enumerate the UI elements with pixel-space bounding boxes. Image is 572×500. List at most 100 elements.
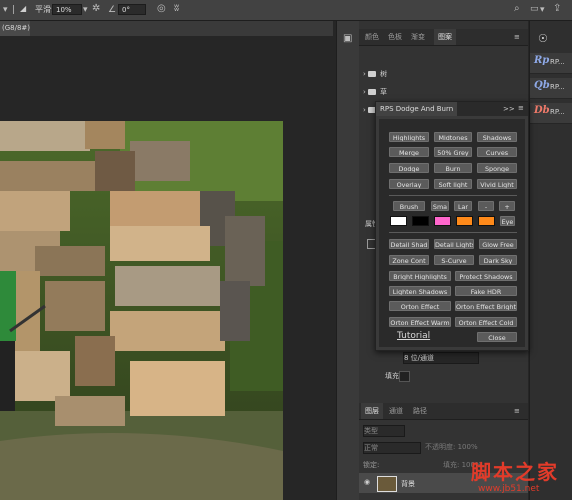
search-icon[interactable]: ⌕: [514, 4, 520, 14]
lightbulb-icon[interactable]: ☉: [538, 33, 548, 44]
document-tab[interactable]: (G8/8#): [0, 21, 30, 36]
panel-icon[interactable]: ▣: [343, 34, 352, 44]
detail-shad-button[interactable]: Detail Shad: [389, 239, 429, 249]
lighten-shadows-button[interactable]: Lighten Shadows: [389, 286, 451, 296]
share-icon[interactable]: ⇪: [553, 4, 561, 14]
brush-larger-button[interactable]: Lar: [454, 201, 472, 211]
sponge-button[interactable]: Sponge: [477, 163, 517, 173]
folder-icon: [368, 71, 377, 77]
watermark-title: 脚本之家: [471, 460, 559, 484]
glow-free-button[interactable]: Glow Free: [479, 239, 517, 249]
overlay-button[interactable]: Overlay: [389, 179, 429, 189]
panel-menu-icon[interactable]: ≡: [514, 29, 520, 45]
plugin-title[interactable]: RPS Dodge And Burn: [376, 102, 458, 116]
canvas-photo[interactable]: [0, 121, 283, 500]
orton-effect-button[interactable]: Orton Effect: [389, 301, 451, 311]
rp-badge-icon: Rp: [534, 55, 550, 66]
close-button[interactable]: Close: [477, 332, 517, 342]
divider: [389, 232, 517, 233]
tab-channels[interactable]: 通道: [389, 403, 403, 419]
pattern-group-label: 树: [380, 70, 388, 78]
options-bar: ▾ | ◢ 平滑: 10% ▾ ✲ ∠ 0° ◎ ʬ ⌕ ▭ ▾ ⇪: [0, 0, 572, 21]
collapsed-panel-strip: ▣: [336, 21, 360, 500]
lock-label: 锁定:: [363, 461, 380, 469]
chevron-down-icon[interactable]: ▾: [83, 5, 88, 15]
swatch-black[interactable]: [412, 216, 429, 226]
collapse-icon[interactable]: >>: [503, 105, 515, 113]
fake-hdr-button[interactable]: Fake HDR: [455, 286, 517, 296]
panel-menu-icon-2[interactable]: ≡: [514, 403, 520, 419]
angle-input[interactable]: 0°: [118, 4, 146, 15]
qb-badge-icon: Qb: [534, 80, 550, 91]
layer-name: 背景: [401, 480, 415, 488]
symmetry-icon[interactable]: ʬ: [174, 4, 179, 14]
plugin-header: RPS Dodge And Burn >> ≡: [376, 102, 528, 116]
tab-layers[interactable]: 图层: [361, 403, 383, 419]
opacity-label[interactable]: 不透明度: 100%: [425, 442, 478, 452]
angle-icon: ∠: [108, 5, 117, 15]
gear-icon[interactable]: ✲: [92, 4, 100, 14]
protect-shadows-button[interactable]: Protect Shadows: [455, 271, 517, 281]
eye-button[interactable]: Eye: [500, 216, 515, 226]
plugin-body: Highlights Midtones Shadows Merge 50% Gr…: [379, 119, 525, 347]
dodge-button[interactable]: Dodge: [389, 163, 429, 173]
orton-effect-cold-button[interactable]: Orton Effect Cold: [455, 317, 517, 327]
tab-paths[interactable]: 路径: [413, 403, 427, 419]
bit-depth-select[interactable]: 8 位/通道: [403, 352, 479, 364]
dock-item-qb[interactable]: Qb RP...: [530, 78, 572, 99]
tab-swatches[interactable]: 色板: [388, 29, 402, 45]
opacity-minus-button[interactable]: -: [478, 201, 494, 211]
brush-smaller-button[interactable]: Sma: [431, 201, 449, 211]
tutorial-link[interactable]: Tutorial: [397, 331, 430, 341]
bright-highlights-button[interactable]: Bright Highlights: [389, 271, 451, 281]
fill-color-swatch[interactable]: [399, 371, 410, 382]
soft-light-button[interactable]: Soft light: [434, 179, 472, 189]
folder-icon: [368, 89, 377, 95]
tab-color[interactable]: 颜色: [365, 29, 379, 45]
plugin-menu-icon[interactable]: ≡: [518, 104, 524, 112]
db-badge-icon: Db: [534, 105, 550, 116]
swatch-white[interactable]: [390, 216, 407, 226]
dock-item-rp[interactable]: Rp RP...: [530, 53, 572, 74]
swatch-orange[interactable]: [456, 216, 473, 226]
layer-kind-value: 类型: [364, 427, 378, 435]
vivid-light-button[interactable]: Vivid Light: [477, 179, 517, 189]
detail-lights-button[interactable]: Detail Lights: [434, 239, 474, 249]
opacity-plus-button[interactable]: +: [499, 201, 515, 211]
pattern-group-label: 草: [380, 88, 388, 96]
midtones-button[interactable]: Midtones: [434, 132, 472, 142]
bit-depth-value: 8 位/通道: [404, 354, 435, 362]
pattern-group-grass[interactable]: › 草: [359, 87, 528, 97]
brush-button[interactable]: Brush: [393, 201, 425, 211]
pressure-icon[interactable]: ◎: [157, 4, 166, 14]
zone-cont-button[interactable]: Zone Cont: [389, 255, 429, 265]
workspace-icon[interactable]: ▭: [530, 4, 539, 14]
curves-button[interactable]: Curves: [477, 147, 517, 157]
orton-effect-bright-button[interactable]: Orton Effect Bright: [455, 301, 517, 311]
swatch-pink[interactable]: [434, 216, 451, 226]
tab-gradients[interactable]: 渐变: [411, 29, 425, 45]
mode-icon[interactable]: ◢: [20, 4, 26, 13]
dock-item-label: RP...: [550, 108, 565, 116]
orton-effect-warm-button[interactable]: Orton Effect Warm: [389, 317, 451, 327]
dock-item-db[interactable]: Db RP...: [530, 103, 572, 124]
dark-sky-button[interactable]: Dark Sky: [479, 255, 517, 265]
swatch-orange-2[interactable]: [478, 216, 495, 226]
s-curve-button[interactable]: S-Curve: [434, 255, 474, 265]
layer-filter-select[interactable]: 类型: [363, 425, 405, 437]
flow-input[interactable]: 10%: [52, 4, 82, 15]
eye-icon[interactable]: ◉: [364, 478, 370, 486]
dock-item-label: RP...: [550, 83, 565, 91]
dock-item-label: RP...: [550, 58, 565, 66]
grey-50-button[interactable]: 50% Grey: [434, 147, 472, 157]
highlights-button[interactable]: Highlights: [389, 132, 429, 142]
merge-button[interactable]: Merge: [389, 147, 429, 157]
flow-label: 平滑:: [35, 5, 54, 14]
blend-mode-select[interactable]: 正常: [363, 442, 421, 454]
chevron-down-icon-2[interactable]: ▾: [540, 5, 545, 15]
pattern-group-trees[interactable]: › 树: [359, 69, 528, 79]
brush-settings-icon[interactable]: ▾: [3, 5, 8, 15]
burn-button[interactable]: Burn: [434, 163, 472, 173]
shadows-button[interactable]: Shadows: [477, 132, 517, 142]
tab-patterns[interactable]: 图案: [434, 29, 456, 45]
